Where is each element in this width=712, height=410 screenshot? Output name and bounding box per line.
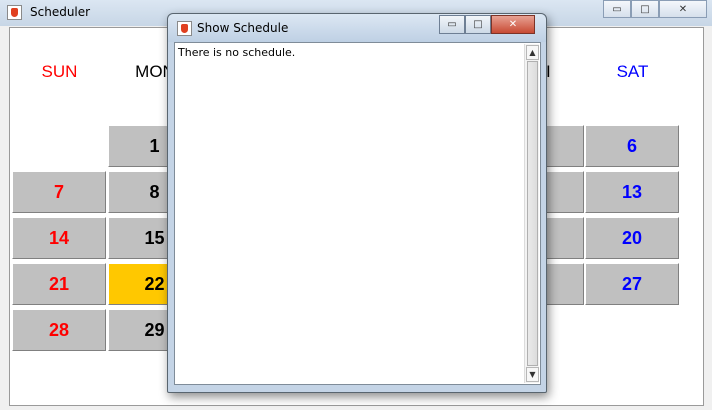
main-window-title: Scheduler: [30, 5, 91, 19]
schedule-text-area[interactable]: There is no schedule. ▲ ▼: [174, 42, 541, 385]
close-icon: ✕: [678, 3, 688, 15]
dialog-titlebar[interactable]: Show Schedule ▭ □ ✕: [168, 14, 546, 42]
date-cell[interactable]: 6: [585, 125, 679, 167]
dialog-close-button[interactable]: ✕: [491, 15, 535, 34]
vertical-scrollbar[interactable]: ▲ ▼: [524, 44, 539, 383]
date-cell[interactable]: 14: [12, 217, 106, 259]
main-minimize-button[interactable]: ▭: [603, 0, 631, 18]
day-header-sun: SUN: [41, 62, 78, 81]
maximize-icon: □: [473, 19, 483, 30]
day-header-sat: SAT: [616, 62, 649, 81]
dialog-title: Show Schedule: [197, 21, 289, 35]
dialog-minimize-button[interactable]: ▭: [439, 15, 465, 34]
close-icon: ✕: [508, 19, 518, 30]
schedule-message: There is no schedule.: [178, 46, 296, 59]
scroll-down-arrow-icon[interactable]: ▼: [526, 367, 539, 382]
main-close-button[interactable]: ✕: [659, 0, 707, 18]
java-app-icon: [7, 5, 22, 20]
minimize-icon: ▭: [447, 19, 457, 30]
main-maximize-button[interactable]: □: [631, 0, 659, 18]
show-schedule-dialog: Show Schedule ▭ □ ✕ There is no schedule…: [167, 13, 547, 393]
date-cell[interactable]: 27: [585, 263, 679, 305]
date-cell[interactable]: 21: [12, 263, 106, 305]
scrollbar-thumb[interactable]: [527, 61, 538, 366]
date-cell[interactable]: 13: [585, 171, 679, 213]
date-cell[interactable]: 7: [12, 171, 106, 213]
dialog-maximize-button[interactable]: □: [465, 15, 491, 34]
date-cell[interactable]: 20: [585, 217, 679, 259]
maximize-icon: □: [640, 3, 650, 15]
java-app-icon: [177, 21, 192, 36]
date-cell[interactable]: 28: [12, 309, 106, 351]
minimize-icon: ▭: [612, 3, 622, 15]
scroll-up-arrow-icon[interactable]: ▲: [526, 45, 539, 60]
